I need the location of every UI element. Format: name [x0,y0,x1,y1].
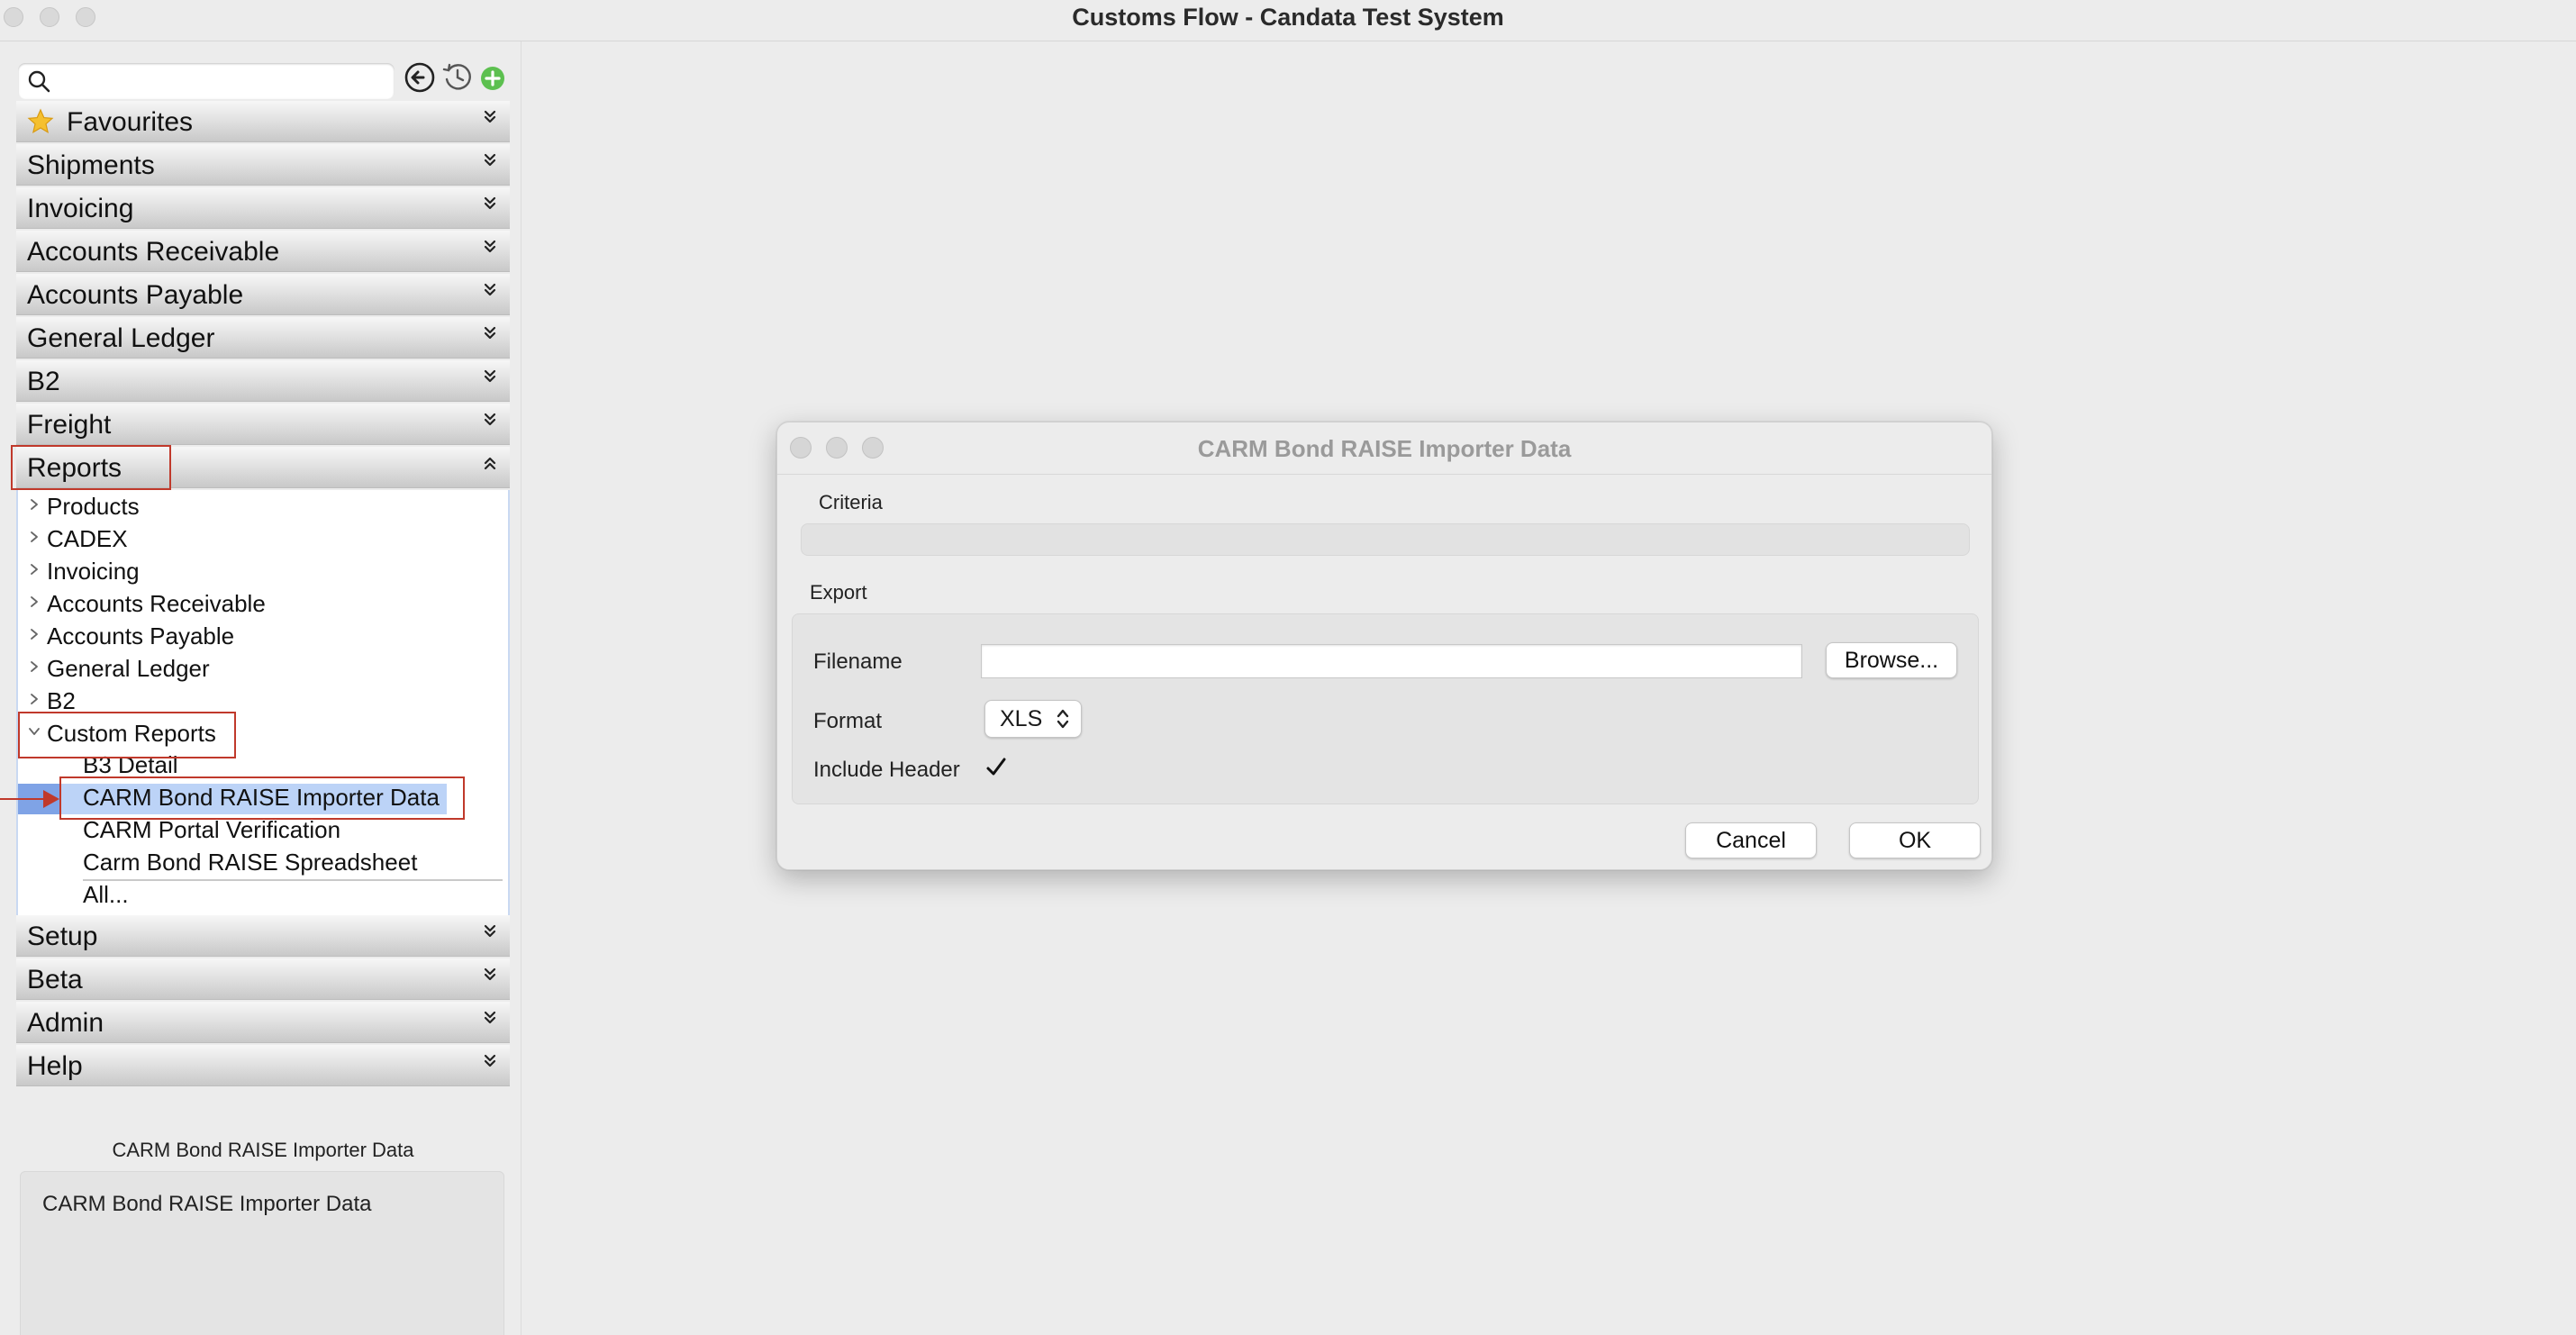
filename-input[interactable] [981,644,1802,678]
star-icon [27,108,54,134]
chevron-double-down-icon[interactable] [483,923,497,945]
report-item-carm-bond-raise-importer-data[interactable]: CARM Bond RAISE Importer Data [59,784,447,814]
report-item-carm-bond-raise-spreadsheet[interactable]: Carm Bond RAISE Spreadsheet [83,849,417,879]
sidebar-section-label: Freight [27,410,112,440]
sidebar-section-label: Shipments [27,150,155,180]
sidebar-section-general-ledger[interactable]: General Ledger [16,317,510,359]
sidebar-section-label: Favourites [67,107,194,137]
report-dialog: CARM Bond RAISE Importer Data Criteria E… [776,422,1992,870]
sidebar-section-invoicing[interactable]: Invoicing [16,187,510,229]
dialog-titlebar: CARM Bond RAISE Importer Data [777,422,1991,475]
dialog-title: CARM Bond RAISE Importer Data [1197,435,1572,462]
chevron-double-down-icon[interactable] [483,412,497,433]
criteria-label: Criteria [819,491,883,513]
back-arrow-icon[interactable] [404,61,436,94]
sidebar-section-label: Help [27,1051,83,1081]
tree-item-label: Invoicing [47,558,140,585]
sidebar-section-label: Invoicing [27,194,134,223]
reports-tree: Products CADEX Invoicing Accounts Receivabl… [16,490,510,915]
tree-item-label: Custom Reports [47,720,216,747]
chevron-right-icon[interactable] [27,562,41,577]
search-icon [28,70,50,93]
tree-item-label: B2 [47,687,76,714]
sidebar-section-favourites[interactable]: Favourites [16,101,510,142]
chevron-right-icon[interactable] [27,692,41,706]
report-item-carm-portal-verification[interactable]: CARM Portal Verification [83,816,340,847]
chevron-down-icon[interactable] [27,724,41,739]
browse-button[interactable]: Browse... [1826,642,1957,678]
sidebar-section-beta[interactable]: Beta [16,958,510,1000]
chevron-right-icon[interactable] [27,627,41,641]
chevron-right-icon[interactable] [27,659,41,674]
sidebar-section-label: Beta [27,965,83,994]
include-header-label: Include Header [813,758,960,782]
window-title: Customs Flow - Candata Test System [1072,4,1504,31]
chevron-double-down-icon[interactable] [483,1010,497,1031]
chevron-double-down-icon[interactable] [483,325,497,347]
chevron-double-down-icon[interactable] [483,1053,497,1075]
sidebar-section-label: Accounts Payable [27,280,244,310]
description-title: CARM Bond RAISE Importer Data [112,1139,414,1161]
chevron-double-down-icon[interactable] [483,282,497,304]
sidebar-section-label: Reports [27,453,122,483]
filename-label: Filename [813,649,903,674]
sidebar-section-label: B2 [27,367,60,396]
chevron-double-down-icon[interactable] [483,152,497,174]
sidebar-section-freight[interactable]: Freight [16,404,510,445]
chevron-double-down-icon[interactable] [483,239,497,260]
chevron-double-down-icon[interactable] [483,967,497,988]
tree-divider [83,879,503,881]
add-icon[interactable] [479,65,506,92]
format-select[interactable]: XLS [984,700,1082,738]
chevron-right-icon[interactable] [27,497,41,512]
annotation-arrow [0,790,59,808]
export-label: Export [810,581,867,604]
sidebar-section-setup[interactable]: Setup [16,915,510,957]
report-item-all[interactable]: All... [83,881,129,912]
sidebar-section-accounts-payable[interactable]: Accounts Payable [16,274,510,315]
sidebar-section-accounts-receivable[interactable]: Accounts Receivable [16,231,510,272]
tree-item-label: General Ledger [47,655,210,682]
chevron-double-down-icon[interactable] [483,368,497,390]
updown-chevron-icon [1057,709,1069,729]
content-divider [521,41,522,1335]
chevron-right-icon[interactable] [27,530,41,544]
window-titlebar: Customs Flow - Candata Test System [0,0,2576,41]
ok-button[interactable]: OK [1849,822,1981,858]
sidebar-section-label: Setup [27,922,98,951]
tree-item-label: Accounts Payable [47,622,235,649]
sidebar-section-b2[interactable]: B2 [16,360,510,402]
chevron-double-down-icon[interactable] [483,195,497,217]
export-box [792,613,1979,804]
search-box[interactable] [18,63,395,99]
sidebar-section-shipments[interactable]: Shipments [16,144,510,186]
description-box: CARM Bond RAISE Importer Data [20,1171,504,1335]
description-text: CARM Bond RAISE Importer Data [42,1192,372,1216]
format-label: Format [813,709,883,733]
sidebar-section-label: Accounts Receivable [27,237,280,267]
format-value: XLS [1000,706,1043,731]
include-header-checkbox[interactable] [984,756,1008,779]
tree-item-label: Products [47,493,140,520]
cancel-button[interactable]: Cancel [1685,822,1817,858]
chevron-right-icon[interactable] [27,595,41,609]
tree-item-label: Accounts Receivable [47,590,266,617]
criteria-box [801,523,1970,556]
sidebar-section-help[interactable]: Help [16,1045,510,1086]
history-icon[interactable] [441,61,474,94]
sidebar-section-label: Admin [27,1008,104,1038]
sidebar-section-admin[interactable]: Admin [16,1002,510,1043]
sidebar-section-reports[interactable]: Reports [16,447,510,488]
tree-item-label: CADEX [47,525,128,552]
chevron-double-down-icon[interactable] [483,109,497,131]
chevron-double-up-icon[interactable] [483,455,497,477]
search-input[interactable] [58,67,382,95]
sidebar-section-label: General Ledger [27,323,215,353]
report-item-b3-detail[interactable]: B3 Detail [83,751,178,782]
